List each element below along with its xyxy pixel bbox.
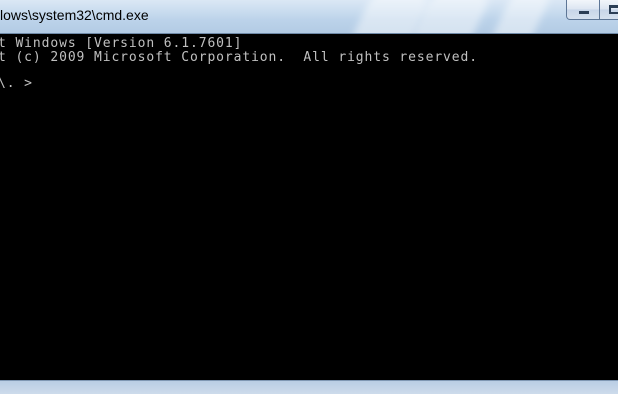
command-prompt[interactable]: \. > <box>0 76 33 92</box>
title-bar[interactable]: lows\system32\cmd.exe <box>0 0 618 34</box>
maximize-icon <box>609 5 618 14</box>
console-output[interactable]: t Windows [Version 6.1.7601] t (c) 2009 … <box>0 34 618 380</box>
window-title: lows\system32\cmd.exe <box>0 7 149 23</box>
minimize-icon <box>579 11 589 14</box>
window-bottom-border <box>0 380 618 394</box>
maximize-button[interactable] <box>599 0 618 20</box>
console-line-copyright: t (c) 2009 Microsoft Corporation. All ri… <box>0 50 478 65</box>
title-bar-glass-streak <box>486 0 554 33</box>
minimize-button[interactable] <box>566 0 600 20</box>
cmd-window: lows\system32\cmd.exe t Windows [Version… <box>0 0 618 394</box>
